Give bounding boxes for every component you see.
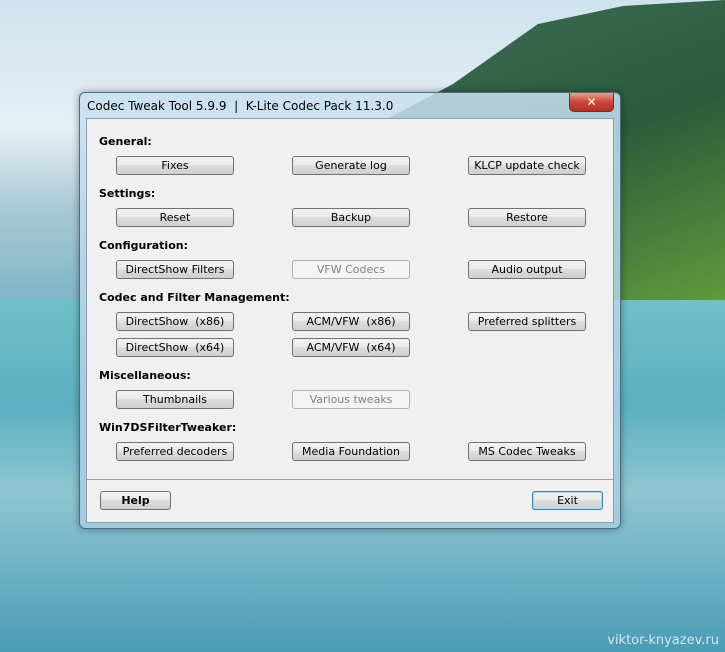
media-foundation-button[interactable]: Media Foundation	[292, 442, 410, 461]
backup-button[interactable]: Backup	[292, 208, 410, 227]
configuration-label: Configuration:	[99, 239, 188, 252]
acm-vfw-x86-button[interactable]: ACM/VFW (x86)	[292, 312, 410, 331]
main-panel: General: Fixes Generate log KLCP update …	[86, 118, 614, 523]
miscellaneous-label: Miscellaneous:	[99, 369, 191, 382]
generate-log-button[interactable]: Generate log	[292, 156, 410, 175]
various-tweaks-button: Various tweaks	[292, 390, 410, 409]
watermark: viktor-knyazev.ru	[607, 633, 719, 648]
codec-tweak-tool-window: Codec Tweak Tool 5.9.9 | K-Lite Codec Pa…	[79, 92, 621, 529]
audio-output-button[interactable]: Audio output	[468, 260, 586, 279]
preferred-splitters-button[interactable]: Preferred splitters	[468, 312, 586, 331]
settings-label: Settings:	[99, 187, 156, 200]
win7dsfiltertweaker-label: Win7DSFilterTweaker:	[99, 421, 237, 434]
thumbnails-button[interactable]: Thumbnails	[116, 390, 234, 409]
reset-button[interactable]: Reset	[116, 208, 234, 227]
general-label: General:	[99, 135, 152, 148]
directshow-x86-button[interactable]: DirectShow (x86)	[116, 312, 234, 331]
vfw-codecs-button: VFW Codecs	[292, 260, 410, 279]
preferred-decoders-button[interactable]: Preferred decoders	[116, 442, 234, 461]
restore-button[interactable]: Restore	[468, 208, 586, 227]
help-button[interactable]: Help	[100, 491, 171, 510]
fixes-button[interactable]: Fixes	[116, 156, 234, 175]
codec-management-label: Codec and Filter Management:	[99, 291, 290, 304]
exit-button[interactable]: Exit	[532, 491, 603, 510]
footer-divider	[87, 479, 613, 480]
ms-codec-tweaks-button[interactable]: MS Codec Tweaks	[468, 442, 586, 461]
directshow-filters-button[interactable]: DirectShow Filters	[116, 260, 234, 279]
close-button[interactable]: ✕	[569, 93, 614, 112]
acm-vfw-x64-button[interactable]: ACM/VFW (x64)	[292, 338, 410, 357]
klcp-update-check-button[interactable]: KLCP update check	[468, 156, 586, 175]
window-title: Codec Tweak Tool 5.9.9 | K-Lite Codec Pa…	[87, 99, 394, 113]
directshow-x64-button[interactable]: DirectShow (x64)	[116, 338, 234, 357]
